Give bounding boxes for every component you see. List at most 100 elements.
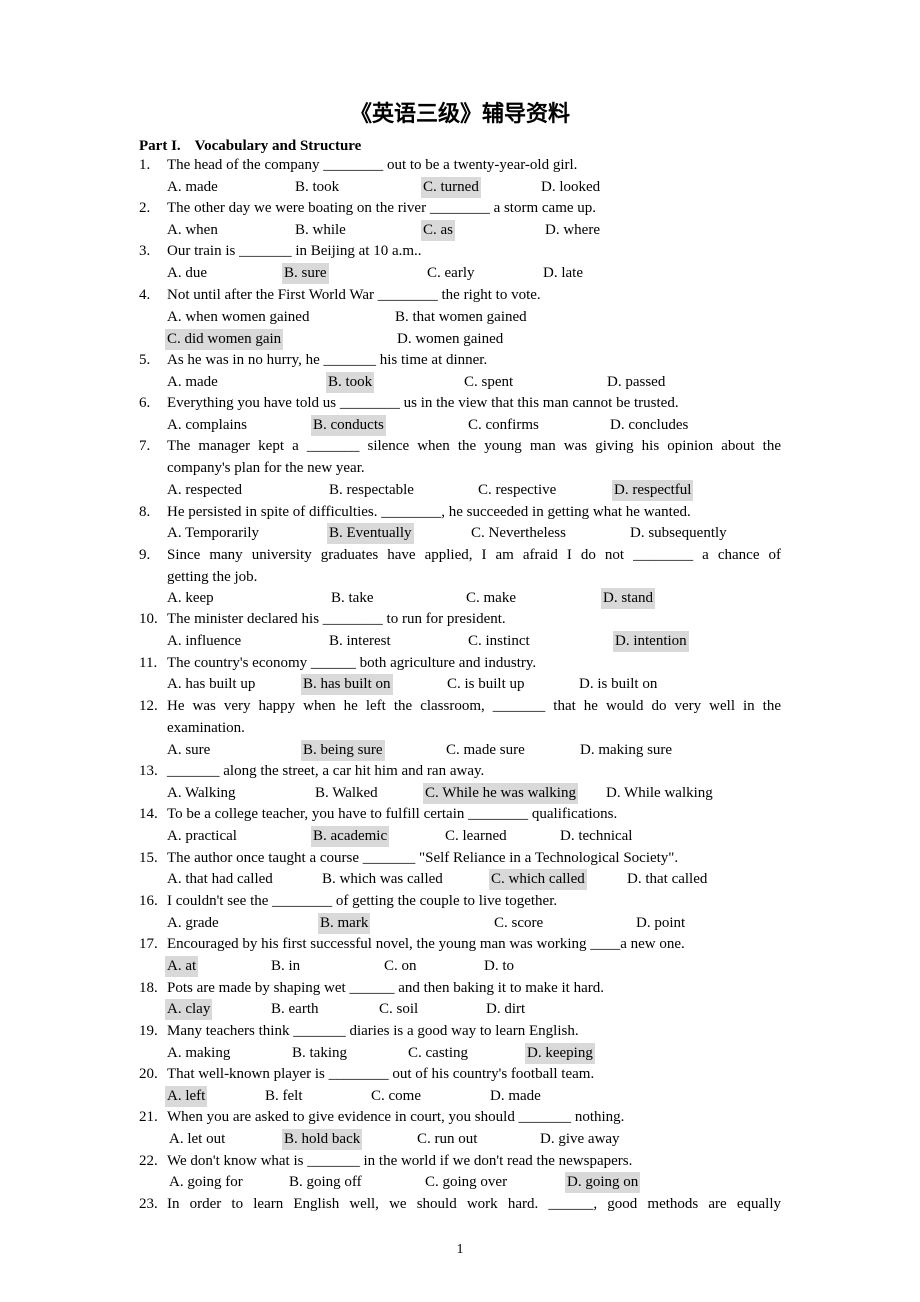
question-number: 17.	[139, 936, 158, 952]
answer-option-highlighted: B. conducts	[311, 415, 386, 436]
answer-option: D. women gained	[397, 331, 504, 347]
answer-option-highlighted: A. clay	[165, 999, 213, 1020]
document-title: 《英语三级》辅导资料	[349, 102, 570, 127]
question-number: 20.	[139, 1066, 158, 1082]
question-number: 14.	[139, 806, 158, 822]
question-text: examination.	[167, 720, 245, 736]
answer-option: A. grade	[167, 915, 219, 931]
question-text: He was very happy when he left the class…	[167, 698, 781, 714]
question-text: I couldn't see the ________ of getting t…	[167, 893, 558, 909]
answer-option: B. took	[295, 179, 340, 195]
answer-option: B. taking	[292, 1045, 347, 1061]
answer-option: D. passed	[607, 374, 666, 390]
question-number: 5.	[139, 352, 151, 368]
question-number: 16.	[139, 893, 158, 909]
answer-option: A. practical	[167, 828, 237, 844]
answer-option-highlighted: D. keeping	[525, 1043, 595, 1064]
answer-option: D. where	[545, 222, 600, 238]
answer-option: C. Nevertheless	[471, 525, 566, 541]
answer-option: A. influence	[167, 633, 242, 649]
answer-option: B. while	[295, 222, 346, 238]
question-text: The author once taught a course _______ …	[167, 850, 679, 866]
answer-option: D. dirt	[486, 1001, 526, 1017]
question-text: Many teachers think _______ diaries is a…	[167, 1023, 579, 1039]
answer-option: D. While walking	[606, 785, 713, 801]
answer-option: D. late	[543, 265, 583, 281]
answer-option: C. is built up	[447, 676, 525, 692]
answer-option-highlighted: B. took	[326, 372, 375, 393]
answer-option: B. interest	[329, 633, 391, 649]
answer-option-highlighted: C. as	[421, 220, 455, 241]
answer-option: D. that called	[627, 871, 708, 887]
answer-option-highlighted: B. Eventually	[327, 523, 414, 544]
answer-option: A. made	[167, 179, 218, 195]
answer-option: B. going off	[289, 1174, 362, 1190]
answer-option: A. making	[167, 1045, 231, 1061]
answer-option: C. score	[494, 915, 544, 931]
question-number: 19.	[139, 1023, 158, 1039]
answer-option: D. made	[490, 1088, 541, 1104]
answer-option: C. confirms	[468, 417, 539, 433]
question-text: Pots are made by shaping wet ______ and …	[167, 980, 604, 996]
answer-option-highlighted: B. sure	[282, 263, 329, 284]
answer-option-highlighted: D. intention	[613, 631, 689, 652]
answer-option: A. respected	[167, 482, 242, 498]
question-number: 1.	[139, 157, 151, 173]
answer-option-highlighted: B. hold back	[282, 1129, 363, 1150]
question-number: 15.	[139, 850, 158, 866]
answer-option-highlighted: B. being sure	[301, 740, 385, 761]
question-text: Encouraged by his first successful novel…	[167, 936, 685, 952]
answer-option: C. instinct	[468, 633, 530, 649]
question-number: 21.	[139, 1109, 158, 1125]
answer-option: B. felt	[265, 1088, 303, 1104]
answer-option-highlighted: D. stand	[601, 588, 655, 609]
question-text: The manager kept a _______ silence when …	[167, 438, 781, 454]
answer-option: D. point	[636, 915, 686, 931]
answer-option: D. technical	[560, 828, 633, 844]
answer-option: C. respective	[478, 482, 557, 498]
answer-option-highlighted: C. turned	[421, 177, 481, 198]
part-label: Part I.	[139, 138, 181, 154]
section-heading: Part I. Vocabulary and Structure	[139, 138, 361, 155]
answer-option: A. made	[167, 374, 218, 390]
question-number: 9.	[139, 547, 151, 563]
question-number: 13.	[139, 763, 158, 779]
question-number: 8.	[139, 504, 151, 520]
question-text: As he was in no hurry, he _______ his ti…	[167, 352, 488, 368]
question-text: When you are asked to give evidence in c…	[167, 1109, 625, 1125]
answer-option: B. Walked	[315, 785, 378, 801]
answer-option: C. soil	[379, 1001, 419, 1017]
question-text: Since many university graduates have app…	[167, 547, 781, 563]
answer-option: D. looked	[541, 179, 601, 195]
answer-option: A. keep	[167, 590, 214, 606]
question-text: The head of the company ________ out to …	[167, 157, 578, 173]
question-text: We don't know what is _______ in the wor…	[167, 1153, 633, 1169]
answer-option: B. that women gained	[395, 309, 527, 325]
answer-option: D. making sure	[580, 742, 673, 758]
page-number: 1	[456, 1242, 464, 1257]
question-number: 3.	[139, 243, 151, 259]
answer-option: C. make	[466, 590, 516, 606]
answer-option: A. let out	[169, 1131, 226, 1147]
question-number: 23.	[139, 1196, 158, 1212]
part-title: Vocabulary and Structure	[194, 138, 362, 154]
answer-option-highlighted: C. did women gain	[165, 329, 284, 350]
question-text: Everything you have told us ________ us …	[167, 395, 679, 411]
question-text: Not until after the First World War ____…	[167, 287, 541, 303]
question-number: 12.	[139, 698, 158, 714]
answer-option: B. respectable	[329, 482, 414, 498]
answer-option-highlighted: B. academic	[311, 826, 390, 847]
question-text: He persisted in spite of difficulties. _…	[167, 504, 691, 520]
answer-option-highlighted: B. mark	[318, 913, 371, 934]
question-number: 2.	[139, 200, 151, 216]
answer-option: C. learned	[445, 828, 507, 844]
answer-option: A. due	[167, 265, 207, 281]
answer-option: C. on	[384, 958, 417, 974]
answer-option: D. subsequently	[630, 525, 727, 541]
question-number: 22.	[139, 1153, 158, 1169]
answer-option: B. in	[271, 958, 301, 974]
answer-option-highlighted: A. at	[165, 956, 199, 977]
question-text: _______ along the street, a car hit him …	[167, 763, 485, 779]
answer-option: B. earth	[271, 1001, 319, 1017]
answer-option: A. going for	[169, 1174, 243, 1190]
